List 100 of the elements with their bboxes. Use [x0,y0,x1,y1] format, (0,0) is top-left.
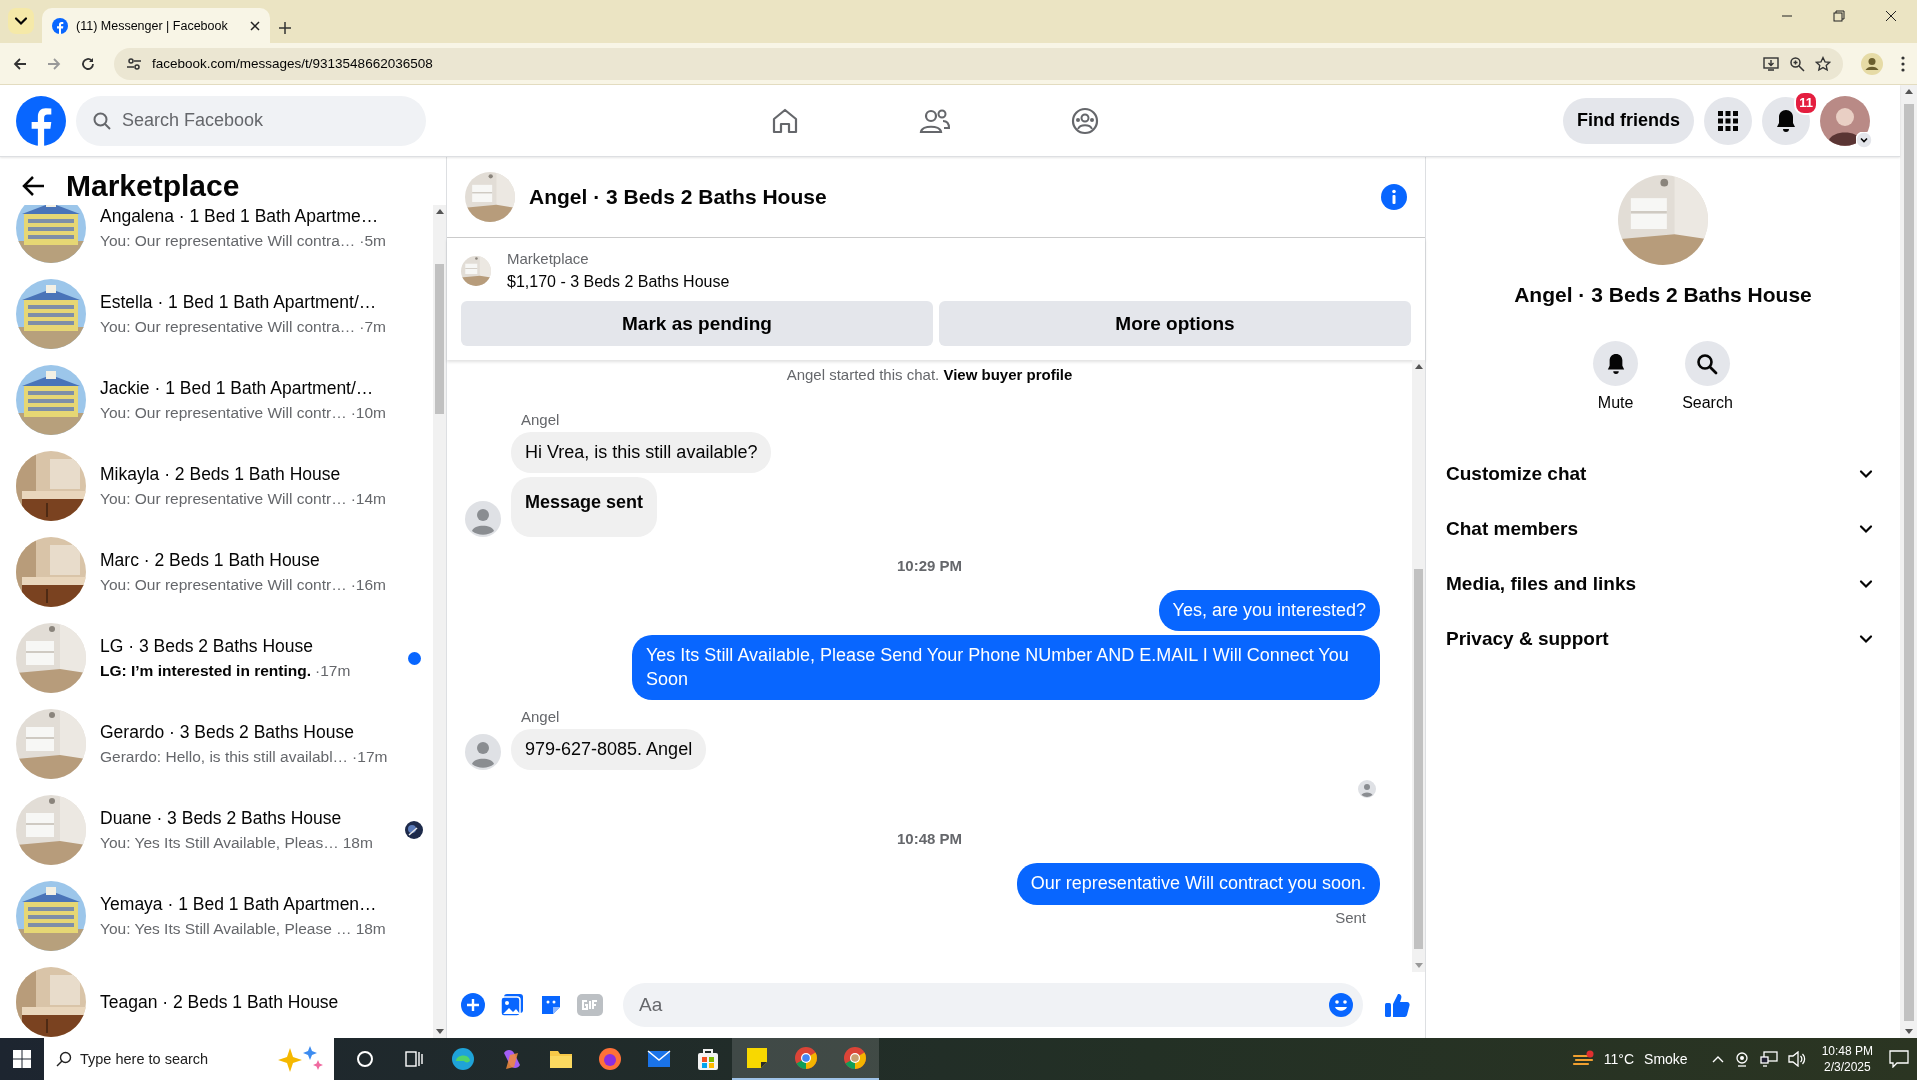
search-field[interactable]: Search Facebook [76,95,426,146]
conversation-item[interactable]: Mikayla · 2 Beds 1 Bath House You: Our representative Will contr… ·14m [16,443,433,529]
plus-icon[interactable] [278,21,292,35]
conversation-item[interactable]: Duane · 3 Beds 2 Baths House You: Yes Its Still Available, Pleas… 18m [16,787,433,873]
message-preview: You: Our representative Will contra… [100,318,356,336]
facebook-logo[interactable] [16,95,66,146]
conversation-item[interactable]: Jackie · 1 Bed 1 Bath Apartment/… You: Our representative Will contr… ·10m [16,357,433,443]
windows-icon[interactable] [13,1050,31,1068]
action-label: Search [1682,394,1733,412]
avatar-icon [465,734,501,771]
chevron-up-icon[interactable] [1711,1054,1724,1064]
conversation-title: Estella · 1 Bed 1 Bath Apartment/… [100,292,378,313]
conversation-item[interactable]: Yemaya · 1 Bed 1 Bath Apartmen… You: Yes Its Still Available, Please … 18m [16,873,433,959]
conversation-item[interactable]: Marc · 2 Beds 1 Bath House You: Our representative Will contr… ·16m [16,529,433,615]
circle-icon[interactable] [355,1050,374,1068]
outgoing-message: Yes, are you interested? [1158,589,1380,632]
section-header[interactable]: Media, files and links [1446,556,1874,611]
message-preview: You: Our representative Will contra… [100,232,356,250]
find-friends-button[interactable]: Find friends [1563,97,1694,144]
menu-button[interactable] [1704,96,1752,145]
forward-arrow-icon[interactable] [46,55,62,72]
camera-icon[interactable] [1733,1051,1750,1067]
close-icon[interactable] [1885,9,1897,22]
delivery-status: Sent [1335,908,1366,926]
tab-search-button[interactable] [8,8,34,34]
reload-icon[interactable] [80,55,96,72]
star-icon[interactable] [1815,55,1831,72]
sender-name: Angel [521,411,561,428]
section-header[interactable]: Privacy & support [1446,611,1874,666]
store-icon[interactable] [695,1047,720,1071]
menu-icon[interactable] [1901,55,1905,72]
task-view-icon[interactable] [404,1050,423,1068]
conversation-item[interactable]: Estella · 1 Bed 1 Bath Apartment/… You: Our representative Will contra… ·7m [16,271,433,357]
close-icon[interactable] [250,20,260,31]
conversation-item[interactable]: Teagan · 2 Beds 1 Bath House [16,959,433,1038]
outgoing-message: Our representative Will contract you soon. [1016,863,1380,905]
chrome-icon[interactable] [793,1046,818,1070]
notification-icon[interactable] [1889,1050,1909,1068]
chrome-icon[interactable] [842,1046,867,1070]
conversation-item[interactable]: Gerardo · 3 Beds 2 Baths House Gerardo: Hello, is this still availabl… ·17m [16,701,433,787]
clock-time: 10:48 PM [1821,1042,1873,1059]
facebook-icon [52,17,68,34]
message-input[interactable]: Aa [623,983,1363,1027]
conversation-title: Angalena · 1 Bed 1 Bath Apartme… [100,206,380,227]
scrollbar[interactable] [1900,85,1917,1038]
caret-icon[interactable] [1856,131,1872,148]
plus-icon[interactable] [461,993,485,1017]
conversation-title: Mikayla · 2 Beds 1 Bath House [100,464,342,485]
folder-icon[interactable] [548,1049,573,1069]
tab-title: (11) Messenger | Facebook [76,18,229,33]
sticky-notes-icon[interactable] [745,1047,768,1069]
conversation-title: Yemaya · 1 Bed 1 Bath Apartmen… [100,894,378,915]
outgoing-message: Yes Its Still Available, Please Send Your Phone NUmber AND E.MAIL I Will Connect You Soon [632,635,1380,700]
network-icon[interactable] [1759,1051,1778,1067]
scrollbar[interactable] [1412,360,1425,972]
mute-button[interactable] [1593,341,1639,386]
browser-icon[interactable] [450,1047,475,1071]
conversation-title: LG · 3 Beds 2 Baths House [100,636,315,657]
conversation-title: Teagan · 2 Beds 1 Bath House [100,991,340,1013]
listing-action-button[interactable]: More options [939,301,1411,346]
browser-tab[interactable]: (11) Messenger | Facebook [42,8,270,43]
back-arrow-icon[interactable] [12,55,28,72]
install-icon[interactable] [1763,55,1779,72]
zoom-icon[interactable] [1789,55,1805,72]
info-icon[interactable] [1381,184,1407,210]
conversation-item[interactable]: Angalena · 1 Bed 1 Bath Apartme… You: Our representative Will contra… ·5m [16,205,433,271]
mail-icon[interactable] [646,1049,671,1069]
back-arrow-icon[interactable] [22,175,46,197]
firefox-icon[interactable] [597,1047,622,1071]
sticker-icon[interactable] [539,993,563,1017]
emoji-icon[interactable] [1329,993,1353,1017]
listing-title: $1,170 - 3 Beds 2 Baths House [507,273,730,291]
message-preview: You: Yes Its Still Available, Please … [100,920,352,938]
speaker-icon[interactable] [1787,1051,1806,1067]
profile-icon[interactable] [1861,52,1883,75]
message-time: 18m [355,920,386,938]
avatar-icon [1358,780,1376,799]
image-icon[interactable] [499,992,525,1018]
section-header[interactable]: Chat members [1446,501,1874,556]
section-header[interactable]: Customize chat [1446,446,1874,501]
incoming-message: Message sent [511,477,658,537]
conversation-title: Jackie · 1 Bed 1 Bath Apartment/… [100,378,375,399]
listing-action-button[interactable]: Mark as pending [461,301,933,346]
taskbar-search-field[interactable]: Type here to search [44,1038,334,1080]
thumbs-up-icon[interactable] [1383,991,1411,1019]
message-time: ·7m [359,318,386,336]
search-icon [56,1051,72,1067]
avatar-icon[interactable] [1820,95,1870,146]
conversation-item[interactable]: LG · 3 Beds 2 Baths House LG: I’m interested in renting. ·17m [16,615,433,701]
scrollbar[interactable] [433,205,446,1038]
site-settings-icon[interactable] [126,55,142,72]
address-bar[interactable]: facebook.com/messages/t/9313548662036508 [114,47,1843,80]
search-button[interactable] [1685,341,1730,386]
weather-icon[interactable] [1571,1050,1594,1068]
view-buyer-profile-link[interactable]: View buyer profile [943,366,1073,383]
message-time: 18m [342,834,373,852]
contact-title: Angel · 3 Beds 2 Baths House [1514,283,1812,307]
message-time: ·17m [315,662,351,680]
sidebar-title: Marketplace [66,169,240,203]
restore-icon[interactable] [1833,9,1845,22]
